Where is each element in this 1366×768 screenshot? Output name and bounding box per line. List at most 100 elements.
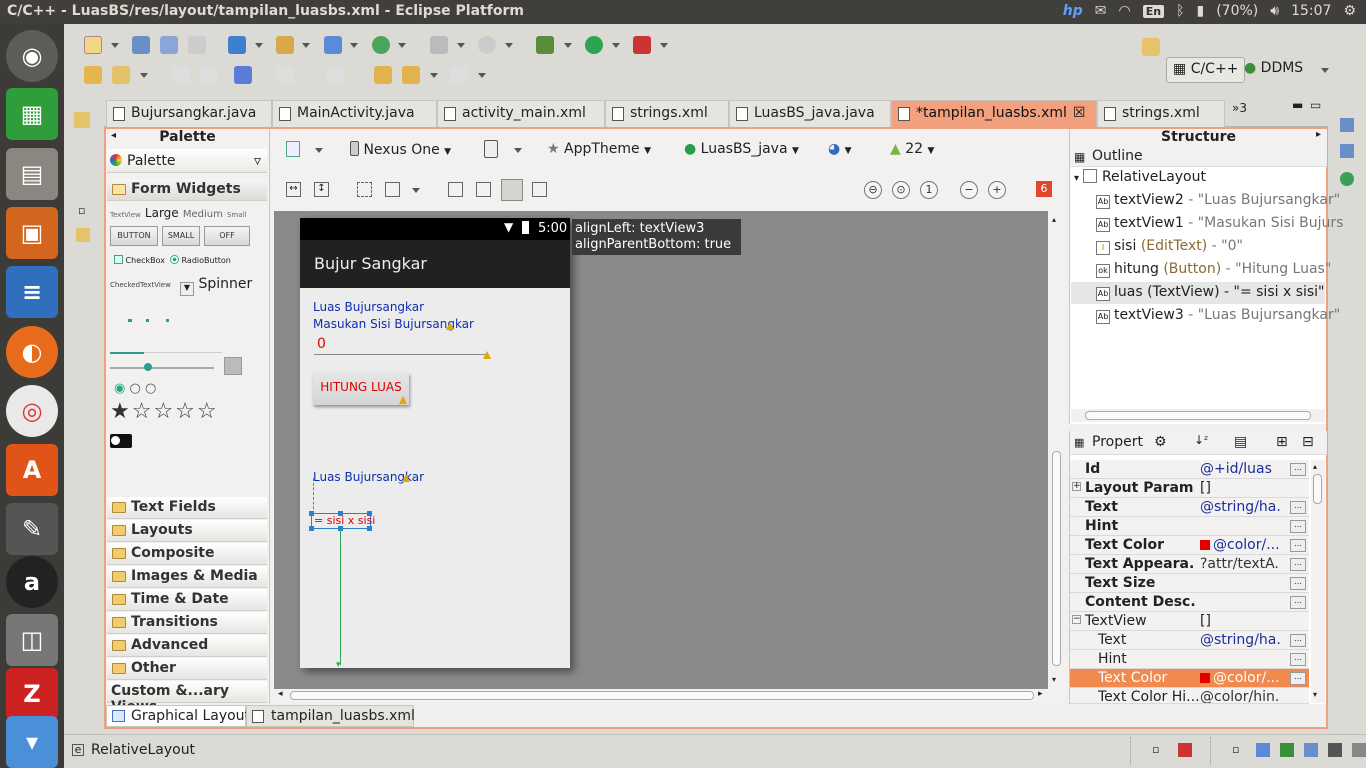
collapse-left-icon[interactable]: ◂ (111, 130, 116, 141)
small-text-widget[interactable]: Small (227, 211, 246, 219)
open-type-icon[interactable] (84, 66, 102, 84)
restore-icon[interactable]: ▫ (78, 204, 85, 217)
prop-edit-button[interactable]: … (1290, 501, 1306, 514)
tab-activity-main-xml[interactable]: activity_main.xml (437, 100, 605, 127)
search-dropdown-icon[interactable] (140, 73, 148, 78)
collapse-right-icon[interactable]: ▸ (1316, 129, 1321, 140)
disks-icon[interactable]: ◫ (6, 614, 58, 666)
sisi-edittext-preview[interactable]: 0 (317, 336, 326, 352)
back-dropdown-icon[interactable] (430, 73, 438, 78)
new-dropdown-icon[interactable] (111, 43, 119, 48)
debug-dropdown-icon[interactable] (564, 43, 572, 48)
minimize-icon[interactable]: ▬ (1292, 98, 1303, 112)
zoom-in-icon[interactable]: + (988, 181, 1006, 199)
device-selector[interactable]: Nexus One ▼ (350, 141, 451, 158)
outline-item-hitung[interactable]: ok hitung (Button) - "Hitung Luas" (1096, 261, 1331, 281)
build-dropdown-icon[interactable] (255, 43, 263, 48)
ratingbar-widget[interactable]: ★☆☆☆☆ (110, 399, 219, 424)
disabled-dropdown-icon[interactable] (505, 43, 513, 48)
prop-edit-button[interactable]: … (1290, 558, 1306, 571)
external-tools-dropdown-icon[interactable] (660, 43, 668, 48)
tab-tampilan-luasbs-xml[interactable]: *tampilan_luasbs.xml ☒ (891, 100, 1097, 127)
text-size-widgets[interactable]: TextView Large Medium Small (110, 206, 246, 221)
disabled-icon[interactable] (478, 36, 496, 54)
tools-icon[interactable] (430, 36, 448, 54)
palette-other[interactable]: Other (107, 658, 267, 680)
resize-handle[interactable] (367, 511, 372, 516)
show-whitespace-icon[interactable] (200, 66, 218, 84)
center-icon[interactable] (476, 182, 491, 197)
outline-hscroll-thumb[interactable] (1085, 411, 1311, 420)
config-chooser-icon[interactable] (286, 141, 300, 157)
progress-large-widget[interactable] (128, 319, 132, 322)
progress-normal-widget[interactable] (146, 319, 149, 322)
palette-layouts[interactable]: Layouts (107, 520, 267, 542)
chevron-down-icon[interactable]: ▾ (1052, 675, 1056, 684)
snap-icon[interactable] (532, 182, 547, 197)
fill-height-icon[interactable]: ↕ (314, 182, 329, 197)
tab-strings-xml[interactable]: strings.xml (605, 100, 729, 127)
prop-value[interactable]: ?attr/textA... (1200, 556, 1280, 572)
clock[interactable]: 15:07 (1291, 3, 1331, 19)
files-icon[interactable]: ▤ (6, 148, 58, 200)
config-dropdown-icon[interactable] (315, 148, 323, 153)
canvas-hscroll-thumb[interactable] (290, 691, 1034, 700)
search-icon[interactable] (112, 66, 130, 84)
api-level-selector[interactable]: ▲ 22 ▼ (890, 141, 934, 157)
fill-width-icon[interactable]: ↔ (286, 182, 301, 197)
resize-handle[interactable] (367, 526, 372, 531)
chevron-up-icon[interactable]: ▴ (1313, 462, 1317, 471)
tab-overflow[interactable]: »3 (1232, 101, 1247, 115)
new-class-dropdown-icon[interactable] (350, 43, 358, 48)
refresh-dropdown-icon[interactable] (398, 43, 406, 48)
prop-value[interactable]: @color/... (1213, 537, 1280, 553)
bluetooth-icon[interactable]: ᛒ (1176, 3, 1184, 19)
spinner-widget[interactable]: ▼ Spinner (180, 276, 252, 296)
prop-value[interactable]: [] (1200, 480, 1280, 496)
project-explorer-icon[interactable] (76, 228, 90, 242)
gravity-icon[interactable] (385, 182, 400, 197)
chevron-right-icon[interactable]: ▸ (1038, 689, 1043, 699)
writer-icon[interactable]: ≡ (6, 266, 58, 318)
tab-strings-xml-2[interactable]: strings.xml (1097, 100, 1225, 127)
run-icon[interactable] (585, 36, 603, 54)
textview2-preview[interactable]: Luas Bujursangkar (313, 300, 424, 314)
button-widget[interactable]: BUTTON (110, 226, 158, 246)
save-icon[interactable] (132, 36, 150, 54)
activity-selector[interactable]: ● LuasBS_java ▼ (684, 141, 799, 157)
software-center-icon[interactable]: A (6, 444, 58, 496)
amazon-icon[interactable]: a (6, 556, 58, 608)
auto-connect-toggle[interactable] (501, 179, 523, 201)
prop-row-id[interactable]: Id @+id/luas… (1070, 460, 1309, 479)
back-icon[interactable] (402, 66, 420, 84)
zoom-fit-icon[interactable]: ⊖ (864, 181, 882, 199)
prop-edit-button[interactable]: … (1290, 463, 1306, 476)
tab-luasbs-java[interactable]: LuasBS_java.java (729, 100, 891, 127)
prop-row-layout-params[interactable]: + Layout Param... [] (1070, 479, 1309, 498)
margins-icon[interactable] (357, 182, 372, 197)
palette-advanced[interactable]: Advanced (107, 635, 267, 657)
tab-bujursangkar-java[interactable]: Bujursangkar.java (106, 100, 272, 127)
problems-icon[interactable] (1178, 743, 1192, 757)
open-perspective-icon[interactable] (1142, 38, 1160, 56)
tree-expanded-icon[interactable]: ▾ (1074, 173, 1079, 184)
build-icon[interactable] (228, 36, 246, 54)
large-text-widget[interactable]: Large (145, 206, 179, 220)
tab-mainactivity-java[interactable]: MainActivity.java (272, 100, 437, 127)
close-icon[interactable]: ☒ (1073, 105, 1086, 121)
progress-horizontal-widget[interactable] (110, 352, 144, 354)
outline-item-luas[interactable]: Ab luas (TextView) - "= sisi x sisi" (1096, 284, 1325, 304)
collapse-all-icon[interactable]: ⊟ (1302, 434, 1314, 450)
terminal-icon[interactable] (1328, 743, 1342, 757)
restore-icon[interactable]: ▫ (1232, 743, 1239, 756)
palette-images-media[interactable]: Images & Media (107, 566, 267, 588)
locale-selector[interactable]: ◕ ▼ (828, 141, 852, 157)
prop-edit-button[interactable]: … (1290, 520, 1306, 533)
prop-row-textview-section[interactable]: − TextView [] (1070, 612, 1309, 631)
switch-widget[interactable] (110, 434, 132, 448)
prop-row-textview-text-color-hint[interactable]: Text Color Hi... @color/hin... (1070, 688, 1309, 704)
checked-textview-widget[interactable]: CheckedTextView (110, 281, 171, 289)
prop-row-textview-hint[interactable]: Hint… (1070, 650, 1309, 669)
prop-row-text-color[interactable]: Text Color @color/...… (1070, 536, 1309, 555)
next-annotation-icon[interactable] (276, 66, 294, 84)
